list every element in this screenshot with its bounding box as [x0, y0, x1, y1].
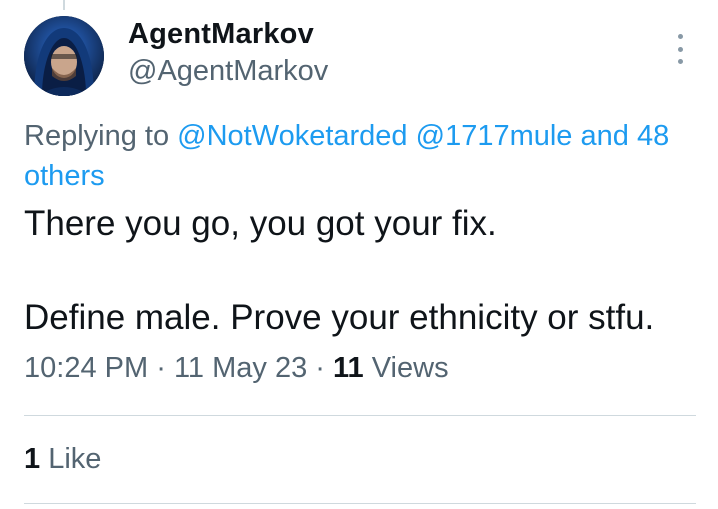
views-count: 11: [333, 352, 364, 384]
meta-separator: ·: [156, 352, 166, 384]
meta-separator: ·: [315, 352, 325, 384]
mention-link-notwoketarded[interactable]: @NotWoketarded: [177, 120, 407, 152]
author-display-name[interactable]: AgentMarkov: [128, 18, 314, 51]
more-vertical-icon[interactable]: [672, 34, 688, 64]
avatar[interactable]: [24, 16, 104, 96]
thread-connector-line: [63, 0, 65, 10]
tweet-body: There you go, you got your fix. Define m…: [24, 200, 704, 341]
replying-to-prefix: Replying to: [24, 120, 170, 152]
tweet-meta: 10:24 PM · 11 May 23 · 11 Views: [24, 352, 449, 385]
divider: [24, 503, 696, 504]
tweet-time[interactable]: 10:24 PM: [24, 352, 148, 384]
likes-stat[interactable]: 1 Like: [24, 443, 101, 476]
hooded-person-avatar-icon: [24, 16, 104, 96]
mention-link-1717mule[interactable]: @1717mule: [416, 120, 573, 152]
views-label: Views: [371, 352, 449, 384]
likes-label: Like: [48, 443, 102, 475]
replying-to-line: Replying to @NotWoketarded @1717mule and…: [24, 116, 704, 196]
tweet-line-2: Define male. Prove your ethnicity or stf…: [24, 298, 655, 337]
likes-count: 1: [24, 443, 41, 475]
tweet-date[interactable]: 11 May 23: [174, 352, 307, 384]
author-handle[interactable]: @AgentMarkov: [128, 55, 328, 88]
divider: [24, 415, 696, 416]
tweet-line-1: There you go, you got your fix.: [24, 204, 497, 243]
